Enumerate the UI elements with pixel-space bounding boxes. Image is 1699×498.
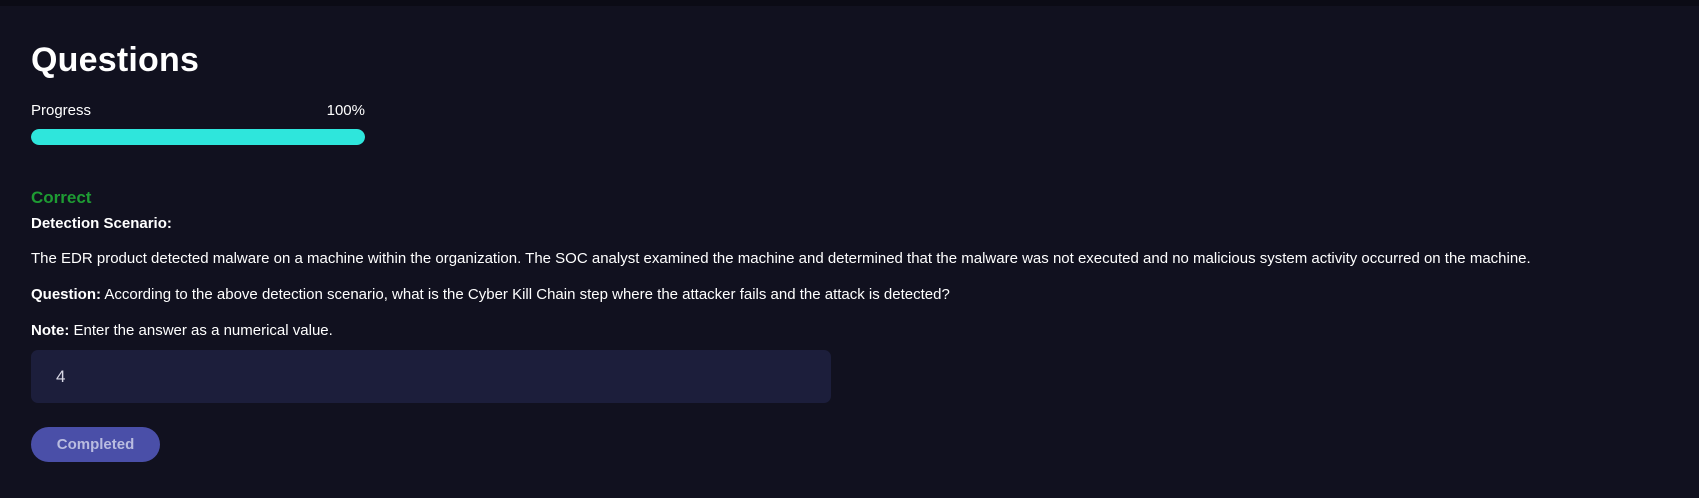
progress-section: Progress 100% (31, 102, 365, 145)
top-border (0, 0, 1699, 6)
completed-button[interactable]: Completed (31, 427, 160, 462)
note-label: Note: (31, 322, 70, 339)
note-text: Note: Enter the answer as a numerical va… (31, 322, 1671, 340)
page-title: Questions (31, 41, 200, 79)
progress-label: Progress (31, 102, 92, 119)
question-label: Question: (31, 286, 101, 303)
progress-bar-fill (31, 129, 365, 145)
scenario-text: The EDR product detected malware on a ma… (31, 250, 1531, 267)
progress-bar (31, 129, 365, 145)
question-text: Question: According to the above detecti… (31, 286, 1671, 304)
progress-header: Progress 100% (31, 102, 365, 120)
answer-value: 4 (56, 366, 66, 386)
question-body: According to the above detection scenari… (104, 286, 950, 303)
note-body: Enter the answer as a numerical value. (73, 322, 333, 339)
progress-percent: 100% (326, 102, 365, 119)
scenario-heading: Detection Scenario: (31, 215, 172, 232)
answer-input[interactable]: 4 (31, 350, 831, 403)
questions-panel: Questions Progress 100% Correct Detectio… (31, 38, 1671, 462)
answer-status: Correct (31, 188, 92, 207)
